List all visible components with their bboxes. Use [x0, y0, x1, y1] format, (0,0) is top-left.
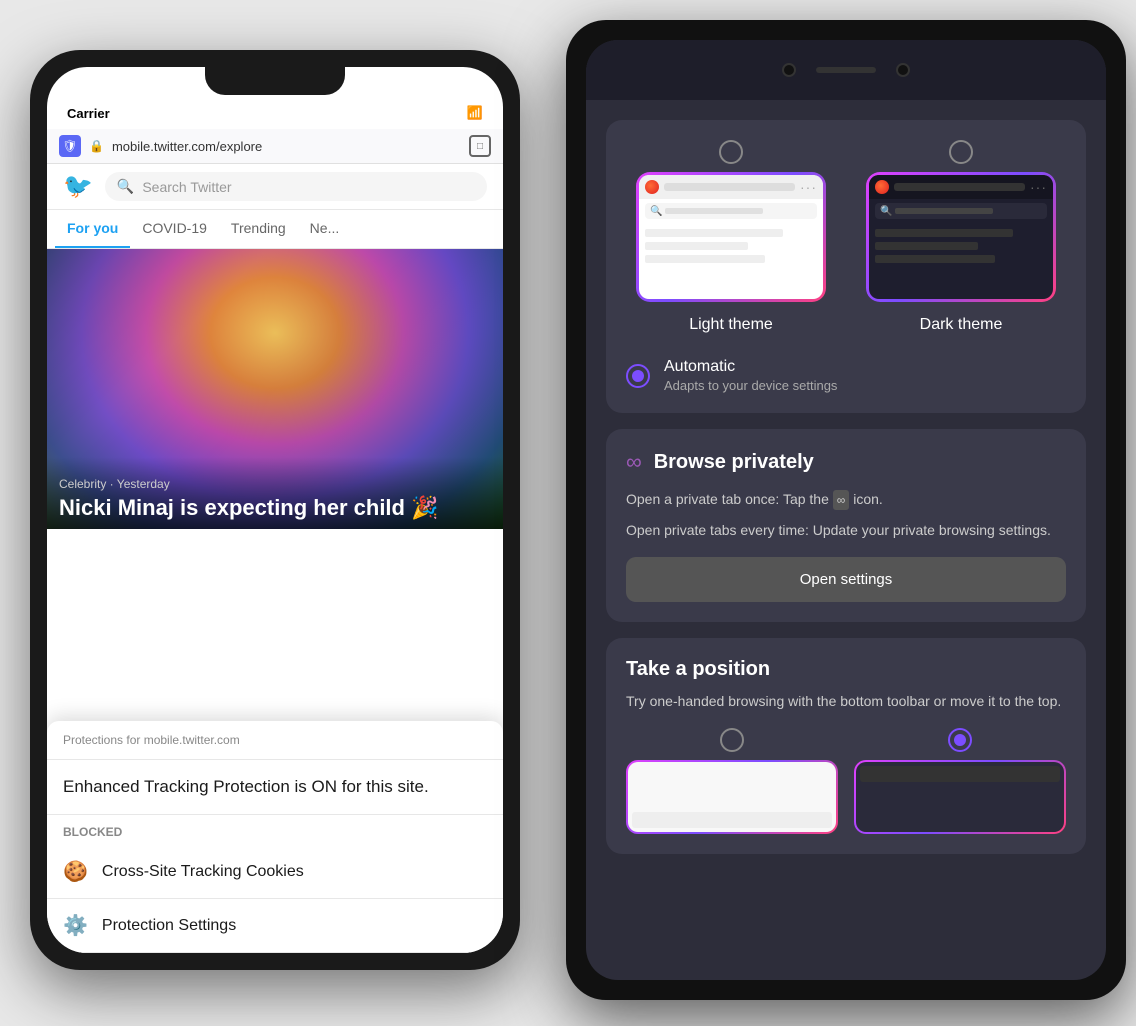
search-placeholder: Search Twitter: [142, 179, 231, 195]
right-phone-screen: ··· 🔍: [586, 40, 1106, 980]
position-previews: [626, 728, 1066, 834]
hero-category: Celebrity · Yesterday: [59, 477, 491, 491]
popup-main-text: Enhanced Tracking Protection is ON for t…: [63, 776, 487, 798]
light-theme-label: Light theme: [689, 316, 773, 334]
dark-theme-label: Dark theme: [920, 316, 1003, 334]
browse-privately-heading: Browse privately: [654, 451, 814, 474]
carrier-label: Carrier: [67, 106, 110, 121]
left-phone-notch: [205, 67, 345, 95]
mask-icon: ∞: [626, 449, 642, 475]
light-theme-radio[interactable]: [719, 140, 743, 164]
tab-more[interactable]: Ne...: [298, 210, 352, 248]
tabs-button[interactable]: □: [469, 135, 491, 157]
automatic-text: Automatic Adapts to your device settings: [664, 358, 837, 393]
private-tabs-everytime-text: Open private tabs every time: Update you…: [626, 520, 1066, 541]
tab-trending[interactable]: Trending: [219, 210, 298, 248]
private-tab-once-text: Open a private tab once: Tap the ∞ icon.: [626, 489, 1066, 510]
twitter-search-bar[interactable]: 🔍 Search Twitter: [105, 172, 487, 201]
position-radio-bottom[interactable]: [720, 728, 744, 752]
protection-settings-item[interactable]: ⚙️ Protection Settings: [47, 899, 503, 953]
status-icons: 📶: [467, 105, 483, 121]
camera-right: [896, 63, 910, 77]
automatic-subtitle: Adapts to your device settings: [664, 378, 837, 393]
open-settings-button[interactable]: Open settings: [626, 557, 1066, 602]
hero-image: Celebrity · Yesterday Nicki Minaj is exp…: [47, 249, 503, 529]
url-display[interactable]: mobile.twitter.com/explore: [112, 139, 461, 154]
search-icon: 🔍: [117, 178, 134, 195]
phone-top-bar: [586, 40, 1106, 100]
theme-selector-card: ··· 🔍: [606, 120, 1086, 413]
shield-icon: 🛡: [59, 135, 81, 157]
position-preview-bottom[interactable]: [626, 728, 838, 834]
popup-header: Protections for mobile.twitter.com: [47, 721, 503, 760]
hero-overlay: Celebrity · Yesterday Nicki Minaj is exp…: [47, 457, 503, 529]
left-phone: Carrier 📶 🛡 🔒 mobile.twitter.com/explore…: [30, 50, 520, 970]
right-content: ··· 🔍: [586, 100, 1106, 980]
left-phone-screen: Carrier 📶 🛡 🔒 mobile.twitter.com/explore…: [47, 67, 503, 953]
tab-covid[interactable]: COVID-19: [130, 210, 219, 248]
hero-title: Nicki Minaj is expecting her child 🎉: [59, 495, 491, 521]
blocked-label: Blocked: [47, 815, 503, 845]
light-theme-option[interactable]: ··· 🔍: [626, 140, 836, 334]
dark-theme-option[interactable]: ··· 🔍: [856, 140, 1066, 334]
wifi-icon: 📶: [467, 105, 483, 121]
theme-options: ··· 🔍: [626, 140, 1066, 334]
twitter-header: 🐦 🔍 Search Twitter: [47, 164, 503, 210]
popup: Protections for mobile.twitter.com Enhan…: [47, 721, 503, 953]
twitter-logo: 🐦: [63, 172, 93, 201]
private-icon: ∞: [833, 490, 850, 510]
popup-main: Enhanced Tracking Protection is ON for t…: [47, 760, 503, 815]
twitter-tabs: For you COVID-19 Trending Ne...: [47, 210, 503, 249]
position-radio-top[interactable]: [948, 728, 972, 752]
take-position-card: Take a position Try one-handed browsing …: [606, 638, 1086, 854]
lock-icon: 🔒: [89, 139, 104, 153]
browser-bar[interactable]: 🛡 🔒 mobile.twitter.com/explore □: [47, 129, 503, 164]
dark-theme-radio[interactable]: [949, 140, 973, 164]
cookies-item[interactable]: 🍪 Cross-Site Tracking Cookies: [47, 845, 503, 899]
radio-dot: [632, 370, 644, 382]
gear-icon: ⚙️: [63, 913, 88, 938]
take-position-body: Try one-handed browsing with the bottom …: [626, 691, 1066, 712]
browse-privately-card: ∞ Browse privately Open a private tab on…: [606, 429, 1086, 622]
camera-left: [782, 63, 796, 77]
take-position-title: Take a position: [626, 658, 1066, 681]
automatic-label: Automatic: [664, 358, 837, 376]
automatic-radio[interactable]: [626, 364, 650, 388]
tab-for-you[interactable]: For you: [55, 210, 130, 248]
take-position-text: Try one-handed browsing with the bottom …: [626, 691, 1066, 712]
position-preview-top[interactable]: [854, 728, 1066, 834]
browse-privately-body: Open a private tab once: Tap the ∞ icon.…: [626, 489, 1066, 602]
take-position-heading: Take a position: [626, 658, 1066, 681]
speaker: [816, 67, 876, 73]
cookies-label: Cross-Site Tracking Cookies: [102, 863, 304, 881]
cookie-icon: 🍪: [63, 859, 88, 884]
browse-privately-title: ∞ Browse privately: [626, 449, 1066, 475]
automatic-option[interactable]: Automatic Adapts to your device settings: [626, 354, 1066, 393]
protection-settings-label: Protection Settings: [102, 917, 236, 935]
right-phone: ··· 🔍: [566, 20, 1126, 1000]
